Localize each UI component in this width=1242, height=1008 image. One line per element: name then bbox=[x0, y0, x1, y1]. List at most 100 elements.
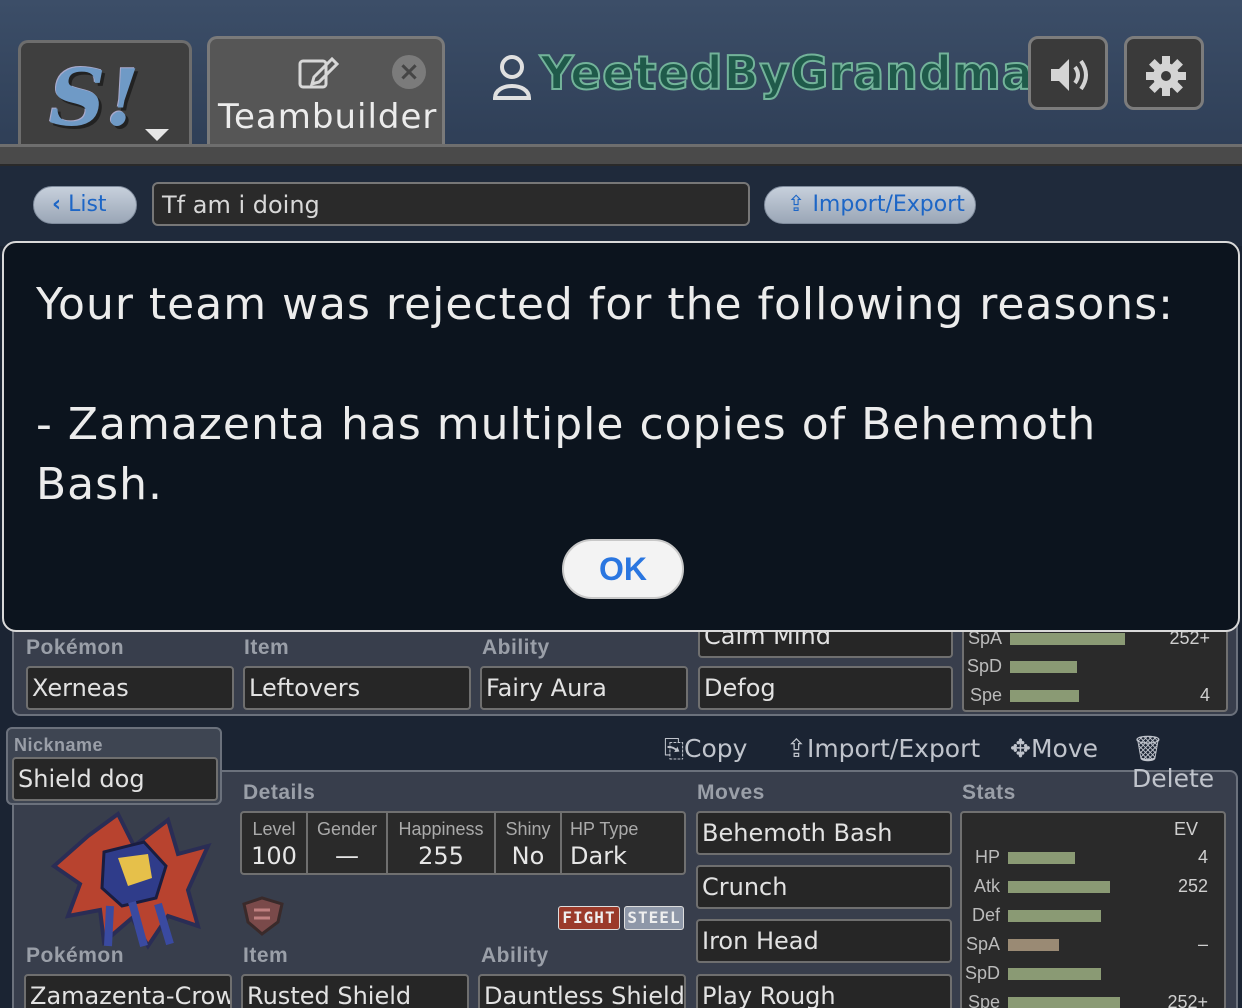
tab-teambuilder[interactable]: × Teambuilder bbox=[207, 36, 445, 148]
stat-ev: 252 bbox=[1177, 876, 1208, 896]
pokemon-label: Pokémon bbox=[26, 636, 125, 659]
stat-row: Def bbox=[962, 901, 1224, 929]
stat-bar bbox=[1010, 661, 1077, 673]
stats-label: Stats bbox=[962, 781, 1016, 804]
pokemon-label: Pokémon bbox=[26, 944, 125, 967]
move-label: Move bbox=[1030, 734, 1098, 763]
import-export-label: Import/Export bbox=[812, 192, 965, 217]
stat-bar bbox=[1008, 939, 1059, 951]
dialog-title: Your team was rejected for the following… bbox=[36, 279, 1174, 330]
gender-label: Gender bbox=[316, 819, 378, 839]
stats-box[interactable]: EV HP 4 Atk 252 Def SpA – SpD Spe 252+ bbox=[960, 811, 1226, 1008]
details-box[interactable]: Level 100 Gender — Happiness 255 Shiny N… bbox=[240, 811, 686, 875]
nickname-field[interactable]: Shield dog bbox=[12, 757, 218, 801]
stat-ev: – bbox=[1197, 934, 1208, 954]
list-button-label: List bbox=[68, 192, 107, 217]
ability-field[interactable]: Dauntless Shield bbox=[478, 974, 686, 1008]
tab-label: Teambuilder bbox=[218, 97, 438, 137]
move-field[interactable]: Behemoth Bash bbox=[696, 811, 952, 855]
header-divider bbox=[0, 144, 1242, 166]
delete-label: Delete bbox=[1132, 764, 1215, 793]
list-button[interactable]: ‹ List bbox=[33, 186, 137, 224]
username[interactable]: YeetedByGrandma bbox=[539, 45, 1034, 101]
move-icon: ✥ bbox=[1010, 734, 1031, 763]
item-label: Item bbox=[243, 944, 289, 967]
stat-bar bbox=[1008, 997, 1120, 1008]
nickname-box: Nickname Shield dog bbox=[6, 727, 222, 805]
copy-label: Copy bbox=[684, 734, 748, 763]
gender-cell: Gender — bbox=[308, 813, 388, 875]
close-icon[interactable]: × bbox=[392, 55, 426, 89]
ability-label: Ability bbox=[482, 636, 550, 659]
nickname-label: Nickname bbox=[14, 735, 104, 755]
set-import-export-button[interactable]: ⇪Import/Export bbox=[786, 734, 980, 763]
stat-row: SpD bbox=[964, 652, 1226, 680]
team-name-input[interactable]: Tf am i doing bbox=[152, 182, 750, 226]
type-badge-fight: FIGHT bbox=[558, 906, 620, 930]
stat-ev: 4 bbox=[1197, 847, 1208, 867]
shiny-value: No bbox=[511, 842, 545, 870]
item-field[interactable]: Rusted Shield bbox=[241, 974, 469, 1008]
trash-icon: 🗑 bbox=[1132, 734, 1164, 763]
stat-name: SpD bbox=[966, 656, 1002, 676]
stat-name: Def bbox=[971, 905, 1000, 925]
ok-button[interactable]: OK bbox=[562, 539, 684, 599]
sound-button[interactable] bbox=[1028, 36, 1108, 110]
move-field[interactable]: Iron Head bbox=[696, 919, 952, 963]
chevron-left-icon: ‹ bbox=[52, 192, 62, 217]
happiness-label: Happiness bbox=[398, 819, 484, 839]
stat-row: HP 4 bbox=[962, 843, 1224, 871]
move-button[interactable]: ✥Move bbox=[1010, 734, 1098, 763]
level-label: Level bbox=[252, 819, 296, 839]
stat-row: Spe 4 bbox=[964, 681, 1226, 709]
pokemon-field[interactable]: Xerneas bbox=[26, 666, 234, 710]
dialog-message: - Zamazenta has multiple copies of Behem… bbox=[36, 399, 1097, 510]
gear-icon bbox=[1146, 56, 1186, 96]
stat-name: Spe bbox=[967, 992, 1000, 1008]
move-field[interactable]: Play Rough bbox=[696, 974, 952, 1008]
move-field[interactable]: Crunch bbox=[696, 865, 952, 909]
delete-button[interactable]: 🗑Delete bbox=[1132, 734, 1242, 793]
stat-name: Spe bbox=[969, 685, 1002, 705]
stat-bar bbox=[1010, 690, 1079, 702]
type-badge-steel: STEEL bbox=[624, 906, 684, 930]
copy-button[interactable]: ⎘Copy bbox=[664, 734, 747, 764]
stat-ev: 252+ bbox=[1167, 992, 1208, 1008]
stat-name: SpD bbox=[964, 963, 1000, 983]
stat-bar bbox=[1008, 881, 1110, 893]
upload-icon: ⇪ bbox=[786, 734, 807, 763]
pokemon-field[interactable]: Zamazenta-Crowned bbox=[24, 974, 232, 1008]
main-menu-tab[interactable]: S! bbox=[18, 40, 192, 148]
stat-bar bbox=[1008, 968, 1101, 980]
shiny-cell: Shiny No bbox=[496, 813, 562, 875]
ability-field[interactable]: Fairy Aura bbox=[480, 666, 688, 710]
copy-icon: ⎘ bbox=[664, 734, 685, 763]
stat-bar bbox=[1010, 633, 1125, 645]
pokemon-sprite[interactable] bbox=[48, 806, 214, 952]
level-value: 100 bbox=[251, 842, 297, 870]
happiness-value: 255 bbox=[418, 842, 464, 870]
set-import-export-label: Import/Export bbox=[806, 734, 981, 763]
settings-button[interactable] bbox=[1124, 36, 1204, 110]
edit-icon bbox=[298, 56, 340, 89]
item-sprite-icon bbox=[242, 896, 284, 936]
stat-bar bbox=[1008, 852, 1075, 864]
move-field[interactable]: Defog bbox=[698, 666, 953, 710]
hptype-label: HP Type bbox=[570, 819, 639, 839]
chevron-down-icon bbox=[145, 129, 169, 141]
import-export-button[interactable]: ⇪ Import/Export bbox=[764, 186, 976, 224]
happiness-cell: Happiness 255 bbox=[388, 813, 496, 875]
stat-name: HP bbox=[974, 847, 1000, 867]
stat-row: SpD bbox=[962, 959, 1224, 987]
showdown-logo: S! bbox=[49, 53, 140, 144]
details-label: Details bbox=[243, 781, 316, 804]
hptype-cell: HP Type Dark bbox=[562, 813, 684, 875]
stat-ev: 4 bbox=[1199, 685, 1210, 705]
upload-icon: ⇪ bbox=[787, 192, 806, 217]
gender-value: — bbox=[335, 842, 359, 870]
team-rejected-dialog: Your team was rejected for the following… bbox=[2, 241, 1240, 632]
item-field[interactable]: Leftovers bbox=[243, 666, 471, 710]
stat-row: Atk 252 bbox=[962, 872, 1224, 900]
hptype-value: Dark bbox=[570, 842, 627, 870]
moves-label: Moves bbox=[697, 781, 765, 804]
